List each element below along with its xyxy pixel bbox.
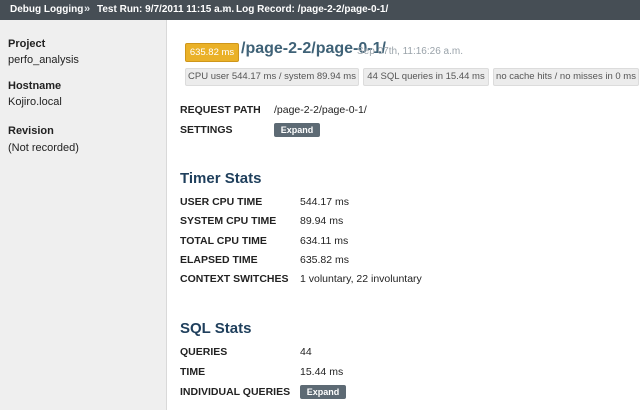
record-timestamp: Sep 07th, 11:16:26 a.m. xyxy=(357,46,464,57)
sql-stats-heading: SQL Stats xyxy=(180,320,252,337)
revision-value: (Not recorded) xyxy=(8,142,79,154)
individual-queries-expand-button[interactable]: Expand xyxy=(300,385,346,399)
elapsed-time-badge: 635.82 ms xyxy=(185,43,239,62)
timer-stats-heading: Timer Stats xyxy=(180,170,262,187)
hostname-label: Hostname xyxy=(8,80,62,92)
sql-time-label: TIME xyxy=(180,366,206,378)
elapsed-time-label: ELAPSED TIME xyxy=(180,254,258,266)
project-label: Project xyxy=(8,38,46,50)
sql-summary-badge: 44 SQL queries in 15.44 ms xyxy=(363,68,489,86)
elapsed-time-value: 635.82 ms xyxy=(300,254,350,266)
settings-expand-button[interactable]: Expand xyxy=(274,123,320,137)
settings-label: SETTINGS xyxy=(180,124,233,136)
cpu-summary-badge: CPU user 544.17 ms / system 89.94 ms xyxy=(185,68,359,86)
sidebar: Project perfo_analysis Hostname Kojiro.l… xyxy=(0,20,167,410)
breadcrumb-bar: Debug Logging » Test Run: 9/7/2011 11:15… xyxy=(0,0,640,20)
context-switches-label: CONTEXT SWITCHES xyxy=(180,273,289,285)
context-switches-value: 1 voluntary, 22 involuntary xyxy=(300,273,422,285)
total-cpu-time-label: TOTAL CPU TIME xyxy=(180,235,267,247)
revision-label: Revision xyxy=(8,125,54,137)
cache-summary-badge: no cache hits / no misses in 0 ms xyxy=(493,68,639,86)
breadcrumb-debug-logging[interactable]: Debug Logging xyxy=(10,4,83,15)
project-value: perfo_analysis xyxy=(8,54,79,66)
request-path-value: /page-2-2/page-0-1/ xyxy=(274,104,367,116)
queries-label: QUERIES xyxy=(180,346,228,358)
individual-queries-label: INDIVIDUAL QUERIES xyxy=(180,386,291,398)
total-cpu-time-value: 634.11 ms xyxy=(300,235,349,247)
system-cpu-time-value: 89.94 ms xyxy=(300,215,344,227)
user-cpu-time-value: 544.17 ms xyxy=(300,196,350,208)
request-path-label: REQUEST PATH xyxy=(180,104,261,116)
breadcrumb-log-record: Log Record: /page-2-2/page-0-1/ xyxy=(236,4,389,15)
hostname-value: Kojiro.local xyxy=(8,96,62,108)
sql-time-value: 15.44 ms xyxy=(300,366,344,378)
breadcrumb-separator: » xyxy=(222,3,229,15)
breadcrumb-separator: » xyxy=(84,3,91,15)
main-content: 635.82 ms /page-2-2/page-0-1/ Sep 07th, … xyxy=(167,20,640,410)
breadcrumb-test-run[interactable]: Test Run: 9/7/2011 11:15 a.m. xyxy=(97,4,234,15)
queries-value: 44 xyxy=(300,346,312,358)
system-cpu-time-label: SYSTEM CPU TIME xyxy=(180,215,277,227)
user-cpu-time-label: USER CPU TIME xyxy=(180,196,263,208)
